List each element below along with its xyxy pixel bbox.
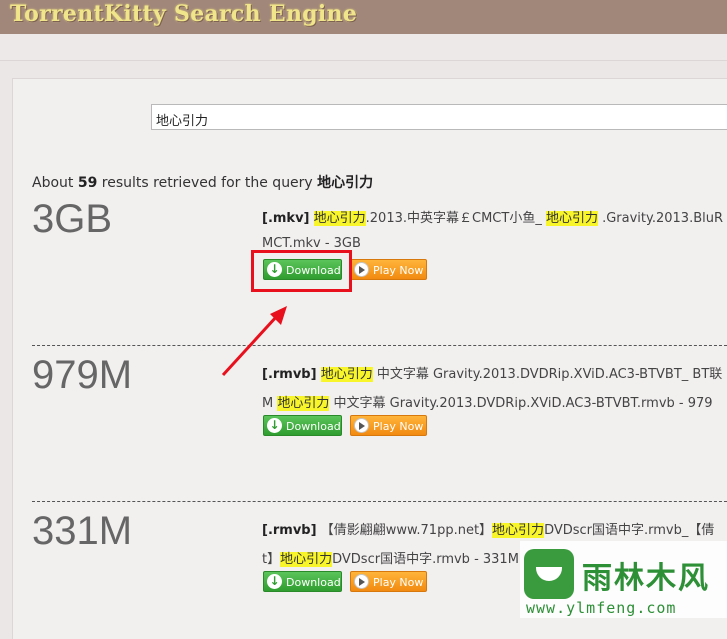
query-highlight: 地心引力: [313, 211, 366, 226]
result-title-line2[interactable]: M 地心引力 中文字幕 Gravity.2013.DVDRip.XViD.AC3…: [262, 392, 713, 411]
result-count: 59: [77, 175, 98, 191]
title-text: .2013.中英字幕￡CMCT小鱼_: [365, 211, 546, 226]
summary-prefix: About: [32, 175, 78, 191]
title-text: .Gravity.2013.BluR: [597, 211, 724, 226]
download-button[interactable]: Download: [263, 571, 342, 592]
file-extension: [.rmvb]: [262, 523, 317, 538]
summary-middle: results retrieved for the query: [97, 175, 318, 191]
query-highlight: 地心引力: [280, 552, 333, 567]
play-now-button[interactable]: Play Now: [350, 415, 427, 436]
title-text: t】: [262, 552, 281, 567]
title-text: M: [262, 396, 278, 411]
play-now-button[interactable]: Play Now: [350, 259, 427, 280]
watermark-url: www.ylmfeng.com: [526, 599, 677, 617]
watermark-logo-icon: [524, 549, 574, 599]
result-divider: [32, 501, 727, 502]
summary-query: 地心引力: [317, 175, 374, 191]
result-size: 3GB: [32, 197, 113, 241]
title-text: DVDscr国语中字.rmvb - 331M: [332, 552, 519, 567]
play-now-label: Play Now: [373, 420, 424, 433]
download-highlight-box: [251, 250, 352, 292]
search-input[interactable]: 地心引力: [151, 104, 727, 130]
title-text: 中文字幕 Gravity.2013.DVDRip.XViD.AC3-BTVBT_…: [372, 367, 723, 382]
download-label: Download: [286, 576, 341, 589]
title-text: MCT.mkv - 3GB: [262, 236, 361, 251]
download-icon: [267, 415, 282, 436]
file-extension: [.mkv]: [262, 211, 310, 226]
result-title-line1[interactable]: [.rmvb] 【倩影翩翩www.71pp.net】地心引力DVDscr国语中字…: [262, 519, 714, 538]
download-icon: [267, 571, 282, 592]
watermark-name: 雨林木风: [582, 561, 710, 596]
play-now-button[interactable]: Play Now: [350, 571, 427, 592]
play-icon: [354, 418, 369, 433]
result-title-line1[interactable]: [.mkv] 地心引力.2013.中英字幕￡CMCT小鱼_ 地心引力 .Grav…: [262, 207, 723, 226]
query-highlight: 地心引力: [545, 211, 598, 226]
result-size: 979M: [32, 353, 133, 397]
play-icon: [354, 262, 369, 277]
result-title-line2[interactable]: t】地心引力DVDscr国语中字.rmvb - 331M: [262, 548, 519, 567]
result-divider: [32, 345, 727, 346]
download-label: Download: [286, 420, 341, 433]
query-highlight: 地心引力: [320, 367, 373, 382]
title-text: 中文字幕 Gravity.2013.DVDRip.XViD.AC3-BTVBT.…: [329, 396, 713, 411]
result-title-line1[interactable]: [.rmvb] 地心引力 中文字幕 Gravity.2013.DVDRip.XV…: [262, 363, 722, 382]
site-logo-title[interactable]: TorrentKitty Search Engine: [10, 1, 357, 27]
title-text: DVDscr国语中字.rmvb_【倩: [544, 523, 715, 538]
play-icon: [354, 574, 369, 589]
query-highlight: 地心引力: [492, 523, 545, 538]
result-title-line2[interactable]: MCT.mkv - 3GB: [262, 236, 361, 251]
watermark: 雨林木风 www.ylmfeng.com: [520, 541, 727, 618]
query-highlight: 地心引力: [277, 396, 330, 411]
header-bar: TorrentKitty Search Engine: [0, 0, 727, 34]
play-now-label: Play Now: [373, 264, 424, 277]
download-button[interactable]: Download: [263, 415, 342, 436]
result-size: 331M: [32, 509, 133, 553]
play-now-label: Play Now: [373, 576, 424, 589]
title-text: 【倩影翩翩www.71pp.net】: [316, 523, 493, 538]
top-band: [0, 34, 727, 61]
results-summary: About 59 results retrieved for the query…: [32, 172, 373, 192]
annotation-arrow-icon: [221, 306, 287, 377]
